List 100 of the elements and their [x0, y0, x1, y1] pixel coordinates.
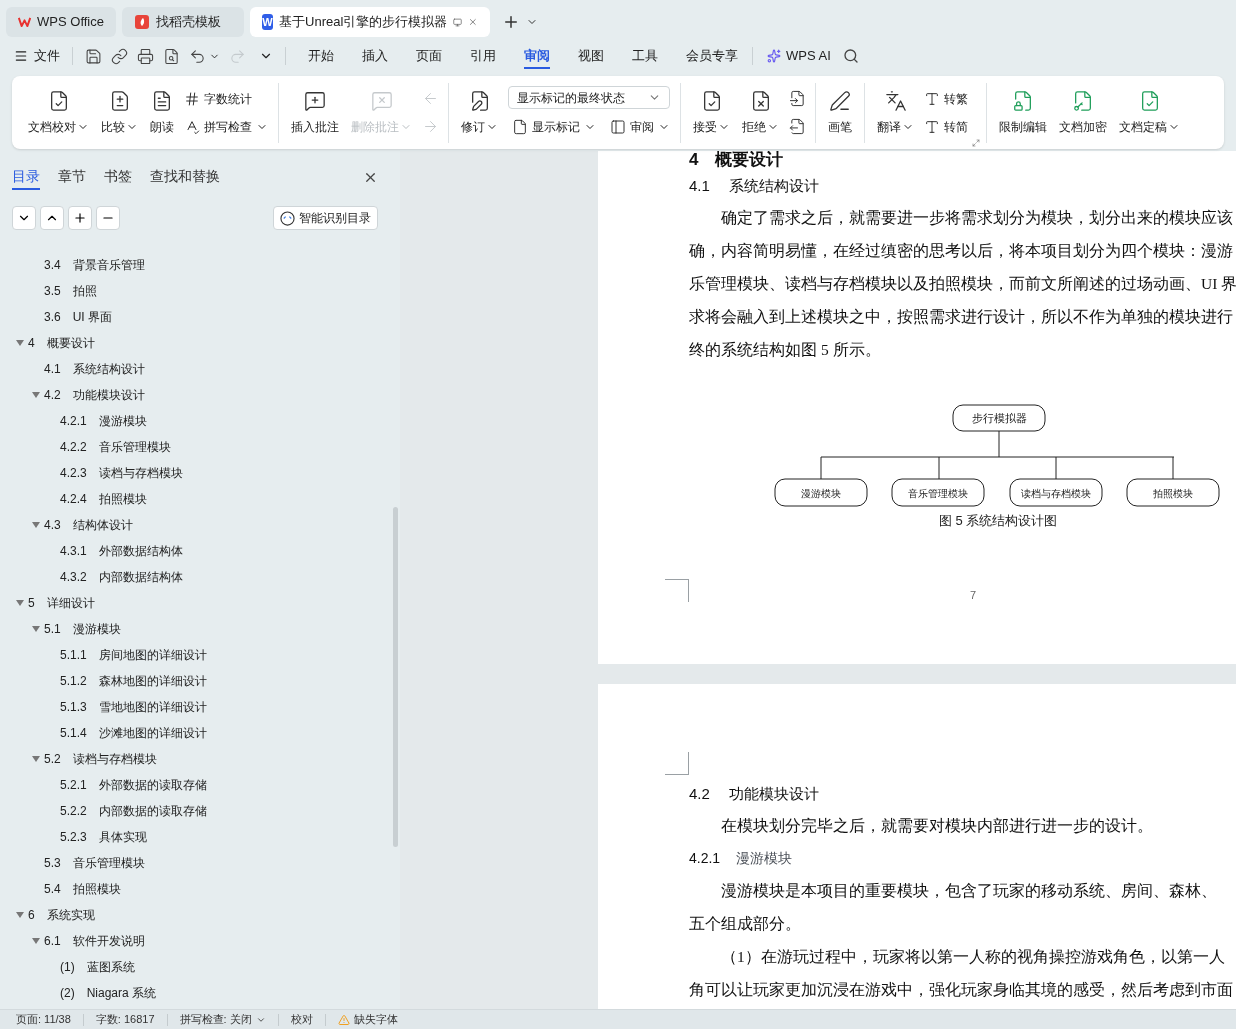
print-icon[interactable]: [137, 47, 154, 65]
translate-icon: [884, 89, 907, 112]
menu-tab[interactable]: 引用: [470, 43, 496, 69]
triangle-down-icon[interactable]: [32, 391, 40, 399]
toc-item[interactable]: 5.1 漫游模块: [0, 616, 390, 642]
toc-item[interactable]: 3.4 背景音乐管理: [0, 252, 390, 278]
file-check-button[interactable]: 接受: [687, 82, 736, 143]
triangle-down-icon[interactable]: [32, 625, 40, 633]
menu-tab[interactable]: 页面: [416, 43, 442, 69]
app-tab[interactable]: 找稻壳模板: [122, 7, 244, 37]
text-convert-button[interactable]: 转繁: [920, 86, 972, 111]
menu-tab[interactable]: 审阅: [524, 43, 550, 69]
toc-item[interactable]: 4.2.1 漫游模块: [0, 408, 390, 434]
margin-corner-mark: [665, 578, 689, 602]
search-icon[interactable]: [842, 48, 859, 64]
menu-tab[interactable]: 视图: [578, 43, 604, 69]
diagram-root-node: 步行模拟器: [952, 404, 1046, 432]
toc-item[interactable]: 5.1.4 沙滩地图的详细设计: [0, 720, 390, 746]
spell-check-button[interactable]: 拼写检查: [180, 114, 272, 139]
toc-item[interactable]: 6.1 软件开发说明: [0, 928, 390, 954]
plus-icon: [73, 211, 87, 225]
file-x-button[interactable]: 拒绝: [736, 82, 785, 143]
toc-item[interactable]: 6 系统实现: [0, 902, 390, 928]
file-key-button[interactable]: 文档加密: [1053, 82, 1113, 143]
file-lock-button[interactable]: 限制编辑: [993, 82, 1053, 143]
diagram-node: 读档与存档模块: [1009, 478, 1103, 507]
toc-item[interactable]: 4.3 结构体设计: [0, 512, 390, 538]
toc-item[interactable]: 3.6 UI 界面: [0, 304, 390, 330]
nav-tab[interactable]: 查找和替换: [150, 164, 220, 190]
app-tab[interactable]: W 基于Unreal引擎的步行模拟器: [250, 7, 490, 37]
smart-toc-button[interactable]: 智能识别目录: [273, 206, 378, 230]
new-tab-icon[interactable]: [502, 13, 520, 31]
toc-item[interactable]: 3.5 拍照: [0, 278, 390, 304]
menu-tab[interactable]: 工具: [632, 43, 658, 69]
toc-item[interactable]: 4.2.2 音乐管理模块: [0, 434, 390, 460]
menu-tab[interactable]: 插入: [362, 43, 388, 69]
status-item[interactable]: 拼写检查: 关闭: [179, 1011, 266, 1028]
triangle-down-icon[interactable]: [16, 911, 24, 919]
remove-button[interactable]: [96, 206, 120, 230]
nav-tab[interactable]: 章节: [58, 164, 86, 190]
print-preview-icon[interactable]: [163, 47, 180, 65]
markup-select[interactable]: 显示标记的最终状态: [508, 86, 670, 109]
toc-item[interactable]: 4.1 系统结构设计: [0, 356, 390, 382]
toc-item[interactable]: 5.2 读档与存档模块: [0, 746, 390, 772]
file-pen-button[interactable]: 修订: [455, 82, 504, 143]
toc-item[interactable]: 5.1.2 森林地图的详细设计: [0, 668, 390, 694]
toc-item[interactable]: 5.3 音乐管理模块: [0, 850, 390, 876]
panel-button[interactable]: 审阅: [606, 115, 674, 139]
document-check-button[interactable]: 文档校对: [22, 82, 95, 143]
toc-item[interactable]: 4.2.4 拍照模块: [0, 486, 390, 512]
toc-item[interactable]: 4 概要设计: [0, 330, 390, 356]
toc-item[interactable]: 4.2 功能模块设计: [0, 382, 390, 408]
file-check-button[interactable]: 文档定稿: [1113, 82, 1186, 143]
document-lines-button[interactable]: 朗读: [144, 82, 180, 143]
toc-item[interactable]: 5.1.1 房间地图的详细设计: [0, 642, 390, 668]
undo-icon[interactable]: [189, 47, 206, 65]
nav-tab[interactable]: 目录: [12, 164, 40, 190]
pen-button[interactable]: 画笔: [822, 82, 858, 143]
menu-tab[interactable]: 开始: [308, 43, 334, 69]
wps-logo-icon: [18, 16, 32, 28]
translate-button[interactable]: 翻译: [871, 82, 920, 143]
menu-tab[interactable]: 会员专享: [686, 43, 738, 69]
toc-item[interactable]: 5.2.1 外部数据的读取存储: [0, 772, 390, 798]
file-button[interactable]: 显示标记: [508, 115, 600, 139]
collapse-button[interactable]: [12, 206, 36, 230]
toc-item[interactable]: 4.3.1 外部数据结构体: [0, 538, 390, 564]
toc-item[interactable]: 4.2.3 读档与存档模块: [0, 460, 390, 486]
triangle-down-icon[interactable]: [32, 937, 40, 945]
sparkle-icon: [767, 49, 781, 63]
toc-item[interactable]: 5.2.3 具体实现: [0, 824, 390, 850]
panel-icon: [610, 119, 626, 135]
nav-tab[interactable]: 书签: [104, 164, 132, 190]
tab-title: 找稻壳模板: [156, 13, 221, 32]
toc-item[interactable]: 5.2.2 内部数据的读取存储: [0, 798, 390, 824]
save-icon[interactable]: [85, 47, 102, 65]
paragraph-line: 漫游模块是本项目的重要模块，包含了玩家的移动系统、房间、森林、: [720, 880, 1218, 901]
triangle-down-icon[interactable]: [16, 599, 24, 607]
wps-ai-button[interactable]: WPS AI: [767, 46, 831, 66]
comment-plus-button[interactable]: 插入批注: [285, 82, 345, 143]
toc-item[interactable]: 5.4 拍照模块: [0, 876, 390, 902]
link-icon[interactable]: [111, 47, 128, 65]
triangle-down-icon[interactable]: [32, 755, 40, 763]
text-convert-button[interactable]: 转简: [920, 114, 972, 139]
toc-item[interactable]: (2) Niagara 系统: [0, 980, 390, 1006]
expand-button[interactable]: [40, 206, 64, 230]
status-item[interactable]: 缺失字体: [337, 1011, 398, 1028]
hash-button[interactable]: 字数统计: [180, 86, 272, 111]
status-item: 页面: 11/38: [16, 1012, 71, 1028]
toc-item[interactable]: (1) 蓝图系统: [0, 954, 390, 980]
triangle-down-icon[interactable]: [32, 521, 40, 529]
app-tab[interactable]: WPS Office: [6, 7, 116, 37]
toc-item[interactable]: 5.1.3 雪地地图的详细设计: [0, 694, 390, 720]
file-diff-button[interactable]: 比较: [95, 82, 144, 143]
triangle-down-icon[interactable]: [16, 339, 24, 347]
toc-item[interactable]: 5 详细设计: [0, 590, 390, 616]
toc-item[interactable]: 4.3.2 内部数据结构体: [0, 564, 390, 590]
add-button[interactable]: [68, 206, 92, 230]
dialog-launcher-icon[interactable]: [972, 139, 980, 147]
file-menu-button[interactable]: 文件: [14, 46, 60, 66]
scrollbar-thumb[interactable]: [392, 507, 398, 847]
